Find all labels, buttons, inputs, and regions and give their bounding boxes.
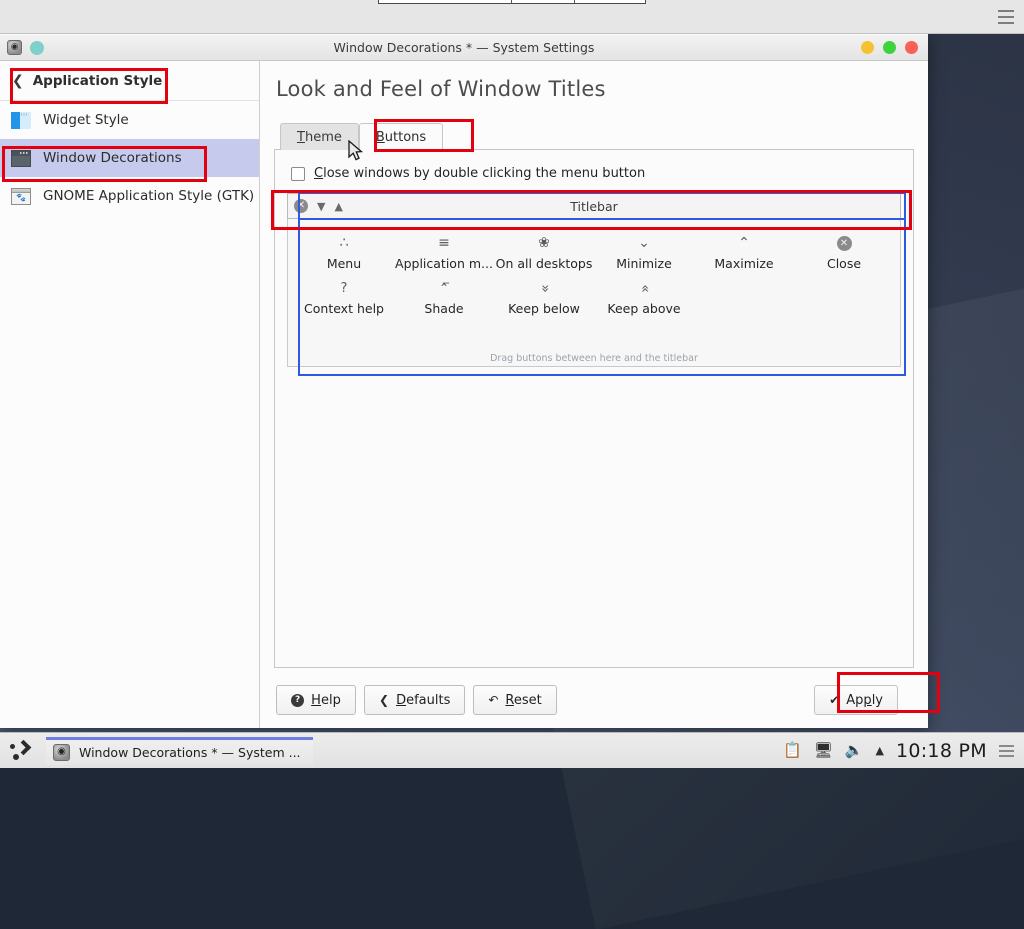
close-on-doubleclick-label: Close windows by double clicking the men…: [314, 166, 645, 181]
tab-theme-label: heme: [305, 130, 342, 145]
titlebar-preview-label: Titlebar: [288, 199, 900, 214]
hamburger-icon: ≡: [438, 236, 450, 251]
top-panel-popup-stub: [378, 0, 646, 4]
help-circle-icon: ?: [291, 694, 304, 707]
button-item-label: Menu: [327, 256, 361, 271]
window-titlebar[interactable]: ◉ Window Decorations * — System Settings: [0, 34, 928, 61]
button-item-menu[interactable]: ∴ Menu: [294, 233, 394, 278]
close-icon[interactable]: ✕: [294, 199, 308, 213]
show-hidden-arrow-icon[interactable]: ▲: [875, 745, 883, 756]
top-panel: [0, 0, 1024, 34]
sidebar-item-label: Window Decorations: [43, 150, 182, 166]
settings-sidebar: ❮ Application Style Widget Style Window …: [0, 61, 260, 728]
button-item-label: Shade: [424, 301, 463, 316]
button-item-label: Minimize: [616, 256, 672, 271]
double-chevron-down-icon: »: [536, 284, 551, 293]
button-item-label: On all desktops: [496, 256, 593, 271]
available-buttons-dropzone[interactable]: ∴ Menu ≡ Application m... ❀ On all deskt…: [287, 219, 901, 367]
chevron-left-icon: ❮: [379, 694, 389, 706]
sidebar-back-header[interactable]: ❮ Application Style: [0, 61, 259, 101]
button-item-label: Context help: [304, 301, 384, 316]
button-item-application-menu[interactable]: ≡ Application m...: [394, 233, 494, 278]
titlebar-pill-button[interactable]: [30, 41, 44, 55]
tab-buttons[interactable]: Buttons: [359, 123, 443, 150]
close-on-doubleclick-checkbox[interactable]: [291, 167, 305, 181]
clipboard-icon[interactable]: 📋: [783, 743, 802, 758]
button-item-keep-above[interactable]: « Keep above: [594, 278, 694, 323]
buttons-tab-panel: Close windows by double clicking the men…: [274, 149, 914, 668]
button-item-label: Maximize: [714, 256, 773, 271]
checkmark-icon: ✔: [829, 694, 839, 706]
sidebar-item-gnome-application-style[interactable]: 🐾 GNOME Application Style (GTK): [0, 177, 259, 215]
undo-arrow-icon: ↶: [488, 694, 498, 706]
volume-icon[interactable]: 🔈: [845, 743, 864, 758]
clock[interactable]: 10:18 PM: [896, 740, 987, 762]
window-title: Window Decorations * — System Settings: [0, 40, 928, 55]
button-item-keep-below[interactable]: » Keep below: [494, 278, 594, 323]
chevron-down-icon[interactable]: ▼: [317, 201, 325, 212]
network-icon[interactable]: 🖥: [814, 743, 833, 758]
settings-gear-icon: ◉: [7, 40, 22, 55]
settings-gear-icon: ◉: [53, 744, 70, 761]
chevron-up-icon: ⌃: [738, 236, 750, 251]
taskbar: ◉ Window Decorations * — System ... 📋 🖥 …: [0, 732, 1024, 768]
available-buttons-row-1: ∴ Menu ≡ Application m... ❀ On all deskt…: [294, 233, 894, 278]
window-decorations-icon: [11, 150, 31, 167]
question-mark-icon: ?: [341, 281, 348, 296]
action-bar: ? Help ❮ Defaults ↶ Reset ✔ Apply: [274, 680, 914, 728]
panel-menu-icon[interactable]: [998, 10, 1014, 24]
available-buttons-row-2: ? Context help ⌃̅ Shade » Keep below «: [294, 278, 894, 323]
chevron-down-icon: ⌄: [638, 236, 650, 251]
chevron-up-icon[interactable]: ▲: [334, 201, 342, 212]
tab-buttons-label: uttons: [385, 130, 426, 145]
defaults-button[interactable]: ❮ Defaults: [364, 685, 465, 715]
tab-strip: Theme Buttons: [274, 123, 914, 150]
tab-buttons-mnemonic: B: [376, 130, 385, 145]
system-tray: 📋 🖥 🔈 ▲ 10:18 PM: [783, 740, 1024, 762]
panel-filler: [287, 367, 901, 667]
button-item-close[interactable]: ✕ Close: [794, 233, 894, 278]
sidebar-item-window-decorations[interactable]: Window Decorations: [0, 139, 259, 177]
page-title: Look and Feel of Window Titles: [274, 77, 914, 101]
tab-theme-mnemonic: T: [297, 130, 305, 145]
button-item-shade[interactable]: ⌃̅ Shade: [394, 278, 494, 323]
gnome-style-icon: 🐾: [11, 188, 31, 205]
mouse-cursor: [348, 140, 364, 162]
reset-button[interactable]: ↶ Reset: [473, 685, 556, 715]
button-item-label: Close: [827, 256, 861, 271]
taskbar-window-entry[interactable]: ◉ Window Decorations * — System ...: [46, 737, 313, 765]
button-item-label: Keep below: [508, 301, 580, 316]
kde-launcher-icon[interactable]: [0, 733, 42, 769]
button-item-label: Application m...: [395, 256, 493, 271]
close-circle-icon: ✕: [837, 236, 852, 251]
help-button[interactable]: ? Help: [276, 685, 356, 715]
button-item-minimize[interactable]: ⌄ Minimize: [594, 233, 694, 278]
dropzone-hint: Drag buttons between here and the titleb…: [288, 353, 900, 364]
close-on-doubleclick-row[interactable]: Close windows by double clicking the men…: [287, 162, 901, 193]
close-button[interactable]: [905, 41, 918, 54]
apply-button[interactable]: ✔ Apply: [814, 685, 898, 715]
button-item-maximize[interactable]: ⌃ Maximize: [694, 233, 794, 278]
sidebar-item-widget-style[interactable]: Widget Style: [0, 101, 259, 139]
minimize-button[interactable]: [861, 41, 874, 54]
menu-dots-icon: ∴: [340, 236, 349, 251]
titlebar-preview[interactable]: ✕ ▼ ▲ Titlebar: [287, 193, 901, 219]
chevron-left-icon: ❮: [12, 74, 24, 88]
sidebar-item-label: Widget Style: [43, 112, 129, 128]
double-chevron-up-icon: «: [636, 284, 651, 293]
taskbar-entry-title: Window Decorations * — System ...: [79, 745, 301, 760]
hamburger-icon[interactable]: [999, 745, 1014, 757]
button-item-on-all-desktops[interactable]: ❀ On all desktops: [494, 233, 594, 278]
button-item-label: Keep above: [607, 301, 680, 316]
sidebar-header-label: Application Style: [33, 73, 163, 89]
shade-icon: ⌃̅: [439, 281, 449, 296]
sidebar-item-label: GNOME Application Style (GTK): [43, 188, 254, 204]
pin-icon: ❀: [538, 236, 550, 251]
widget-style-icon: [11, 112, 31, 129]
button-item-context-help[interactable]: ? Context help: [294, 278, 394, 323]
system-settings-window: ◉ Window Decorations * — System Settings…: [0, 34, 928, 728]
maximize-button[interactable]: [883, 41, 896, 54]
